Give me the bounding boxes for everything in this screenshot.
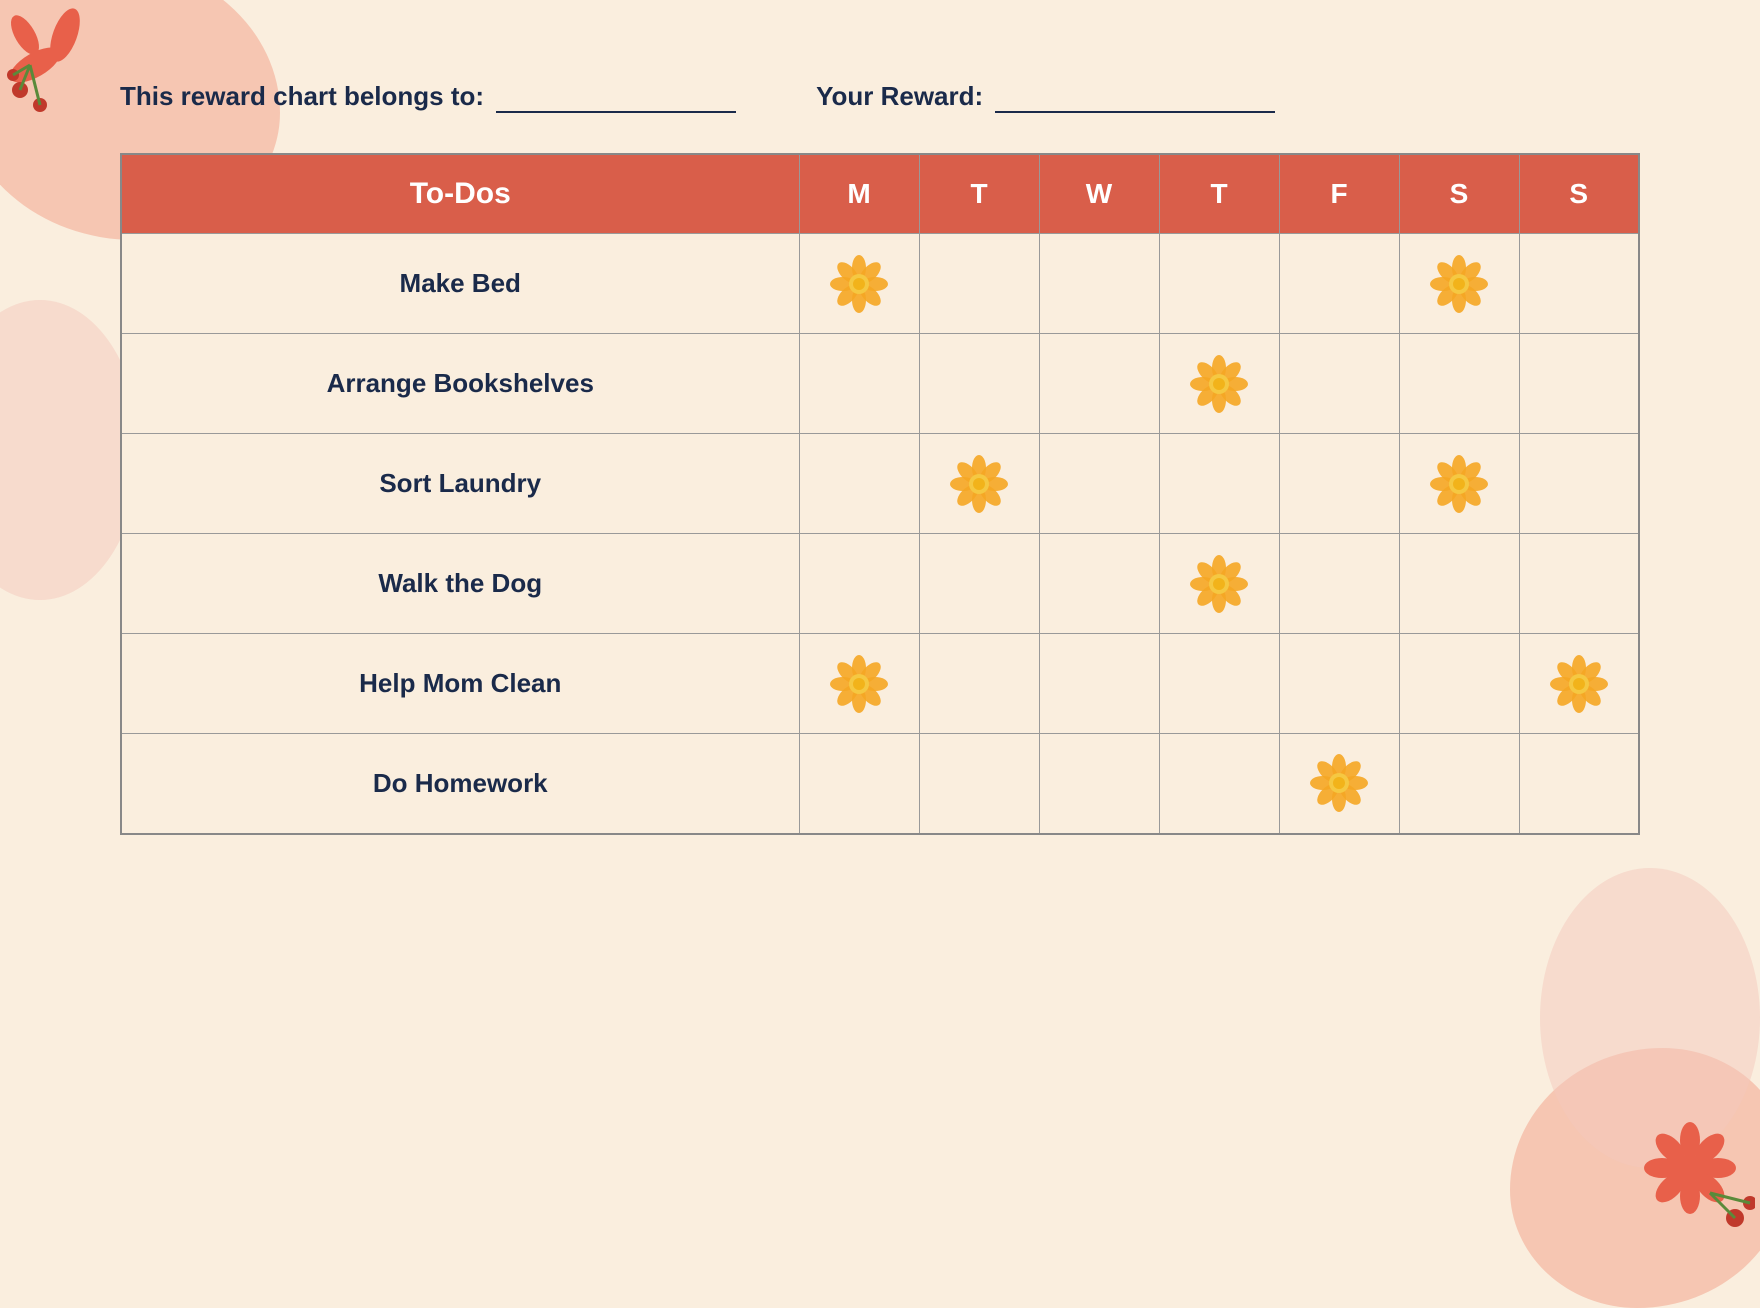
day-cell[interactable] xyxy=(1399,434,1519,534)
flower-star-icon xyxy=(810,244,909,323)
day-cell[interactable] xyxy=(919,434,1039,534)
day-cell[interactable] xyxy=(919,334,1039,434)
day-cell[interactable] xyxy=(919,234,1039,334)
day-cell[interactable] xyxy=(1279,734,1399,834)
day-cell[interactable] xyxy=(919,734,1039,834)
day-cell[interactable] xyxy=(1519,434,1639,534)
day-cell[interactable] xyxy=(1519,334,1639,434)
task-name-cell: Arrange Bookshelves xyxy=(121,334,799,434)
table-row: Do Homework xyxy=(121,734,1639,834)
day-cell[interactable] xyxy=(1399,234,1519,334)
day-cell[interactable] xyxy=(919,534,1039,634)
flower-star-icon xyxy=(1170,344,1269,423)
col-header-todos: To-Dos xyxy=(121,154,799,234)
table-row: Help Mom Clean xyxy=(121,634,1639,734)
task-name-cell: Sort Laundry xyxy=(121,434,799,534)
day-cell[interactable] xyxy=(799,534,919,634)
reward-field[interactable] xyxy=(995,80,1275,113)
table-header-row: To-Dos M T W T F S S xyxy=(121,154,1639,234)
col-header-mon: M xyxy=(799,154,919,234)
table-row: Sort Laundry xyxy=(121,434,1639,534)
belongs-to-field[interactable] xyxy=(496,80,736,113)
flower-star-icon xyxy=(1170,544,1269,623)
flower-star-icon xyxy=(1290,744,1389,823)
day-cell[interactable] xyxy=(1039,434,1159,534)
day-cell[interactable] xyxy=(1279,434,1399,534)
day-cell[interactable] xyxy=(1039,534,1159,634)
day-cell[interactable] xyxy=(1279,334,1399,434)
task-name-cell: Make Bed xyxy=(121,234,799,334)
day-cell[interactable] xyxy=(799,434,919,534)
day-cell[interactable] xyxy=(1399,334,1519,434)
task-name-cell: Walk the Dog xyxy=(121,534,799,634)
flower-star-icon xyxy=(930,444,1029,523)
day-cell[interactable] xyxy=(1039,734,1159,834)
day-cell[interactable] xyxy=(1159,234,1279,334)
day-cell[interactable] xyxy=(799,634,919,734)
day-cell[interactable] xyxy=(799,234,919,334)
col-header-sat: S xyxy=(1399,154,1519,234)
day-cell[interactable] xyxy=(799,334,919,434)
day-cell[interactable] xyxy=(1399,734,1519,834)
day-cell[interactable] xyxy=(1039,334,1159,434)
flower-star-icon xyxy=(1410,244,1509,323)
day-cell[interactable] xyxy=(1519,534,1639,634)
day-cell[interactable] xyxy=(1519,734,1639,834)
day-cell[interactable] xyxy=(1399,634,1519,734)
day-cell[interactable] xyxy=(1159,434,1279,534)
col-header-sun: S xyxy=(1519,154,1639,234)
task-name-cell: Do Homework xyxy=(121,734,799,834)
flower-star-icon xyxy=(1410,444,1509,523)
day-cell[interactable] xyxy=(1279,534,1399,634)
day-cell[interactable] xyxy=(1039,234,1159,334)
flower-star-icon xyxy=(810,644,909,723)
main-content: This reward chart belongs to: Your Rewar… xyxy=(0,0,1760,895)
table-row: Arrange Bookshelves xyxy=(121,334,1639,434)
flower-star-icon xyxy=(1530,644,1629,723)
day-cell[interactable] xyxy=(1279,234,1399,334)
header-line: This reward chart belongs to: Your Rewar… xyxy=(120,80,1640,113)
corner-flower-top-left xyxy=(5,5,135,130)
reward-label: Your Reward: xyxy=(816,81,983,112)
day-cell[interactable] xyxy=(1159,634,1279,734)
day-cell[interactable] xyxy=(1159,534,1279,634)
day-cell[interactable] xyxy=(1039,634,1159,734)
day-cell[interactable] xyxy=(1399,534,1519,634)
day-cell[interactable] xyxy=(1519,234,1639,334)
corner-flower-bottom-right xyxy=(1625,1118,1755,1243)
reward-table: To-Dos M T W T F S S Make Bed xyxy=(120,153,1640,835)
day-cell[interactable] xyxy=(1159,734,1279,834)
belongs-label: This reward chart belongs to: xyxy=(120,81,484,112)
table-row: Walk the Dog xyxy=(121,534,1639,634)
day-cell[interactable] xyxy=(1519,634,1639,734)
day-cell[interactable] xyxy=(799,734,919,834)
day-cell[interactable] xyxy=(919,634,1039,734)
col-header-thu: T xyxy=(1159,154,1279,234)
col-header-wed: W xyxy=(1039,154,1159,234)
col-header-tue: T xyxy=(919,154,1039,234)
day-cell[interactable] xyxy=(1279,634,1399,734)
col-header-fri: F xyxy=(1279,154,1399,234)
table-row: Make Bed xyxy=(121,234,1639,334)
day-cell[interactable] xyxy=(1159,334,1279,434)
task-name-cell: Help Mom Clean xyxy=(121,634,799,734)
